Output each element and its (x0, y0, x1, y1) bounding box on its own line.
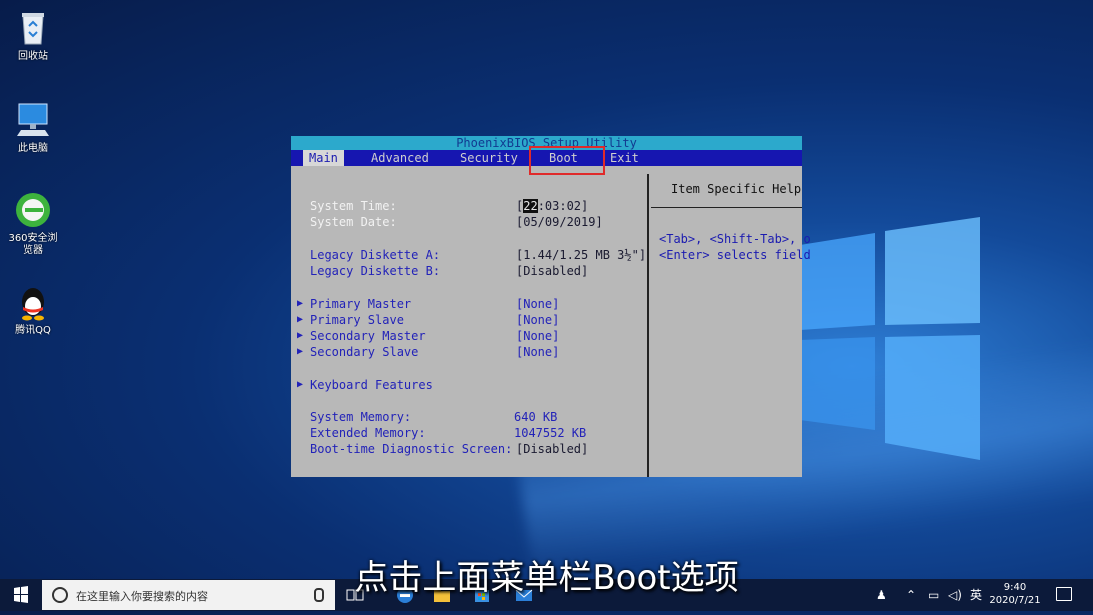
setting-label: Legacy Diskette B: (310, 264, 441, 278)
setting-label: Keyboard Features (310, 378, 433, 392)
desktop-icon-recycle-bin[interactable]: 回收站 (6, 8, 60, 63)
windows-logo-wallpaper (800, 217, 980, 460)
setting-label: System Date: (310, 215, 397, 229)
submenu-arrow-icon: ▶ (297, 379, 304, 390)
desktop-icon-this-pc[interactable]: 此电脑 (6, 100, 60, 155)
menu-advanced[interactable]: Advanced (365, 150, 435, 166)
menu-security[interactable]: Security (454, 150, 524, 166)
desktop-icon-360-browser[interactable]: 360安全浏览器 (6, 190, 60, 257)
setting-label: Primary Slave (310, 313, 404, 327)
setting-label: Secondary Master (310, 329, 426, 343)
desktop-icon-label: 回收站 (18, 51, 48, 62)
setting-label: Boot-time Diagnostic Screen: (310, 442, 513, 456)
setting-value: 640 KB (514, 410, 558, 424)
setting-value[interactable]: [None] (516, 312, 559, 328)
recycle-bin-icon (13, 8, 53, 48)
desktop-icon-label: 此电脑 (18, 143, 48, 154)
browser-360-icon (13, 190, 53, 230)
help-line: <Enter> selects field (659, 248, 811, 262)
setting-value[interactable]: [None] (516, 344, 559, 360)
desktop-icon-label: 360安全浏览器 (8, 233, 58, 256)
submenu-arrow-icon: ▶ (297, 314, 304, 325)
help-line: <Tab>, <Shift-Tab>, o (659, 232, 811, 246)
setting-label: Secondary Slave (310, 345, 419, 359)
setting-label: Primary Master (310, 297, 412, 311)
setting-value[interactable]: [Disabled] (516, 263, 588, 279)
menu-exit[interactable]: Exit (604, 150, 645, 166)
bios-setup-window: PhoenixBIOS Setup Utility Main Advanced … (291, 136, 811, 477)
setting-value: 1047552 KB (514, 426, 587, 440)
submenu-arrow-icon: ▶ (297, 330, 304, 341)
desktop-icon-label: 腾讯QQ (15, 325, 51, 336)
video-subtitle: 点击上面菜单栏Boot选项 (354, 558, 739, 598)
setting-label: System Time: (310, 199, 397, 213)
setting-value[interactable]: [05/09/2019] (516, 214, 603, 230)
setting-value[interactable]: [Disabled] (516, 441, 588, 457)
menu-main[interactable]: Main (303, 150, 344, 166)
setting-label: Legacy Diskette A: (310, 248, 441, 262)
help-title: Item Specific Help (671, 182, 802, 196)
computer-icon (13, 100, 53, 140)
bios-help-panel: Item Specific Help <Tab>, <Shift-Tab>, o… (649, 166, 811, 477)
system-time-value[interactable]: [22:03:02] (516, 198, 588, 214)
bios-main-panel: System Time: [22:03:02] System Date: [05… (291, 166, 647, 477)
setting-value[interactable]: [None] (516, 328, 559, 344)
qq-icon (13, 282, 53, 322)
desktop-icon-qq[interactable]: 腾讯QQ (6, 282, 60, 337)
setting-value[interactable]: [None] (516, 296, 559, 312)
setting-label: Extended Memory: (310, 426, 426, 440)
setting-value[interactable]: [1.44/1.25 MB 3½"] (516, 247, 646, 263)
setting-label: System Memory: (310, 410, 412, 424)
submenu-arrow-icon: ▶ (297, 346, 304, 357)
help-separator (651, 207, 802, 208)
submenu-arrow-icon: ▶ (297, 298, 304, 309)
time-cursor: 22 (523, 199, 538, 213)
